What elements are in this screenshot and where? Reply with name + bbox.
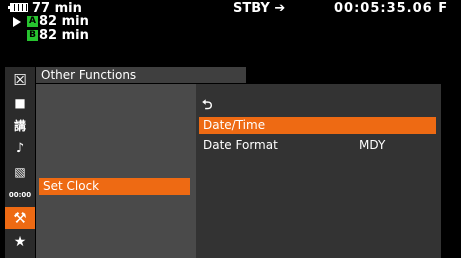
slot-b-time: 82 min [39,28,89,43]
mode-indicator: STBY ➔ [233,1,285,16]
date-format-value: MDY [359,138,386,152]
date-format-label[interactable]: Date Format [203,137,278,154]
menu-category-column: ☒ ■ 講 ♪ ▧ 00:00 ⚒ ★ [5,67,35,258]
camera-icon[interactable]: ■ [5,92,35,114]
back-icon[interactable]: ⮌ [202,97,212,114]
star-icon[interactable]: ★ [5,231,35,253]
play-icon [13,17,21,27]
close-icon[interactable]: ☒ [5,69,35,91]
battery-icon [8,3,28,12]
wrench-icon[interactable]: ⚒ [5,207,35,229]
date-time-label: Date/Time [203,118,266,132]
set-clock-item[interactable]: Set Clock [39,178,190,195]
mode-arrow-icon: ➔ [274,1,286,16]
display-icon[interactable]: ▧ [5,161,35,183]
audio-icon[interactable]: ♪ [5,138,35,160]
date-time-item[interactable]: Date/Time [199,117,436,134]
slot-a-badge: A [27,16,38,27]
slot-a-time: 82 min [39,14,89,29]
menu-title: Other Functions [41,68,137,82]
slot-b-badge: B [27,30,38,41]
timecode: 00:05:35.06 F [334,1,449,16]
mode-text: STBY [233,1,270,16]
timecode-icon[interactable]: 00:00 [5,184,35,206]
menu-list-panel: Set Clock [36,84,196,258]
menu-title-bar: Other Functions [36,67,246,83]
submenu-panel: ⮌ Date/Time Date Format MDY [196,84,441,258]
custom-icon[interactable]: 講 [5,115,35,137]
